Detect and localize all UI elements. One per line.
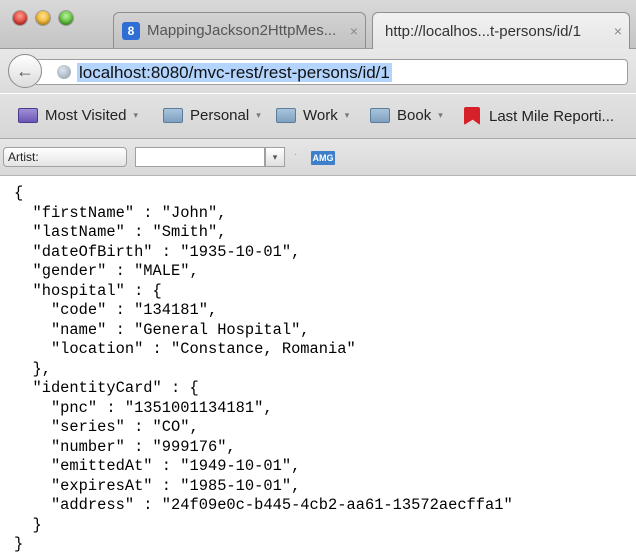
tab-close-icon[interactable]: × [343, 23, 365, 39]
folder-icon [163, 108, 183, 123]
bookmarks-bar: Most Visited ▾ Personal ▾ Work ▾ Book ▾ … [0, 94, 636, 139]
folder-icon [370, 108, 390, 123]
chevron-down-icon: ▾ [344, 110, 350, 120]
bookmark-label: Most Visited [45, 107, 127, 124]
tab-label: MappingJackson2HttpMes... [147, 22, 337, 39]
chevron-down-icon: ▾ [438, 110, 443, 120]
chevron-down-icon: ▾ [256, 110, 261, 120]
json-line: "emittedAt" : "1949-10-01", [14, 457, 301, 475]
back-button[interactable]: ← [8, 54, 42, 88]
back-arrow-icon: ← [16, 60, 34, 81]
chevron-down-icon: ▾ [272, 152, 278, 162]
json-line: "address" : "24f09e0c-b445-4cb2-aa61-135… [14, 496, 513, 514]
bookmark-label: Personal [190, 107, 250, 124]
url-bar[interactable]: localhost:8080/mvc-rest/rest-persons/id/… [36, 59, 628, 85]
globe-icon [57, 65, 71, 79]
bookmark-label: Last Mile Reporti... [489, 107, 615, 125]
window-minimize-button[interactable] [36, 11, 50, 25]
json-line: "expiresAt" : "1985-10-01", [14, 476, 301, 495]
json-line: } [14, 535, 24, 553]
separator-icon: · [294, 149, 298, 160]
tab-rest-persons[interactable]: http://localhos...t-persons/id/1 × [372, 12, 630, 49]
folder-icon [18, 108, 38, 123]
json-response: { "firstName" : "John", "lastName" : "Sm… [14, 184, 634, 555]
bookmark-most-visited[interactable]: Most Visited ▾ [18, 107, 138, 124]
addon-toolbar: Artist: ▾ · AMG [0, 139, 636, 176]
tab-label: http://localhos...t-persons/id/1 [385, 22, 581, 40]
json-line: "gender" : "MALE", [14, 262, 199, 280]
chevron-down-icon: ▾ [133, 110, 138, 120]
search-dropdown-button[interactable]: ▾ [265, 147, 285, 167]
bookmark-book[interactable]: Book ▾ [370, 107, 443, 124]
json-line: { [14, 184, 24, 202]
bookmark-label: Work [303, 107, 338, 124]
json-line: "dateOfBirth" : "1935-10-01", [14, 242, 301, 261]
google-favicon-icon: 8 [122, 21, 140, 40]
json-line: }, [14, 359, 51, 378]
json-line: "name" : "General Hospital", [14, 320, 310, 339]
json-line: } [14, 515, 42, 534]
json-line: "hospital" : { [14, 281, 162, 300]
search-input[interactable] [135, 147, 265, 167]
artist-select[interactable]: Artist: [3, 147, 127, 167]
navigation-bar: localhost:8080/mvc-rest/rest-persons/id/… [0, 49, 636, 93]
window-close-button[interactable] [13, 11, 27, 25]
bookmark-work[interactable]: Work ▾ [276, 107, 349, 124]
tab-close-icon[interactable]: × [607, 23, 629, 39]
json-line: "location" : "Constance, Romania" [14, 340, 356, 358]
json-line: "firstName" : "John", [14, 203, 227, 222]
bookmark-last-mile[interactable]: Last Mile Reporti... [464, 107, 614, 125]
tab-strip: 8 MappingJackson2HttpMes... × http://loc… [0, 0, 636, 49]
json-line: "number" : "999176", [14, 437, 236, 456]
json-line: "lastName" : "Smith", [14, 223, 227, 241]
bookmark-label: Book [397, 107, 432, 124]
url-text[interactable]: localhost:8080/mvc-rest/rest-persons/id/… [77, 63, 392, 82]
window-zoom-button[interactable] [59, 11, 73, 25]
amg-button[interactable]: AMG [311, 151, 335, 165]
tab-mappingjackson[interactable]: 8 MappingJackson2HttpMes... × [113, 12, 366, 48]
json-line: "identityCard" : { [14, 379, 199, 397]
json-line: "code" : "134181", [14, 301, 218, 319]
json-line: "pnc" : "1351001134181", [14, 398, 273, 417]
bookmark-personal[interactable]: Personal ▾ [163, 107, 261, 124]
json-line: "series" : "CO", [14, 418, 199, 436]
last-mile-icon [464, 107, 480, 125]
folder-icon [276, 108, 296, 123]
